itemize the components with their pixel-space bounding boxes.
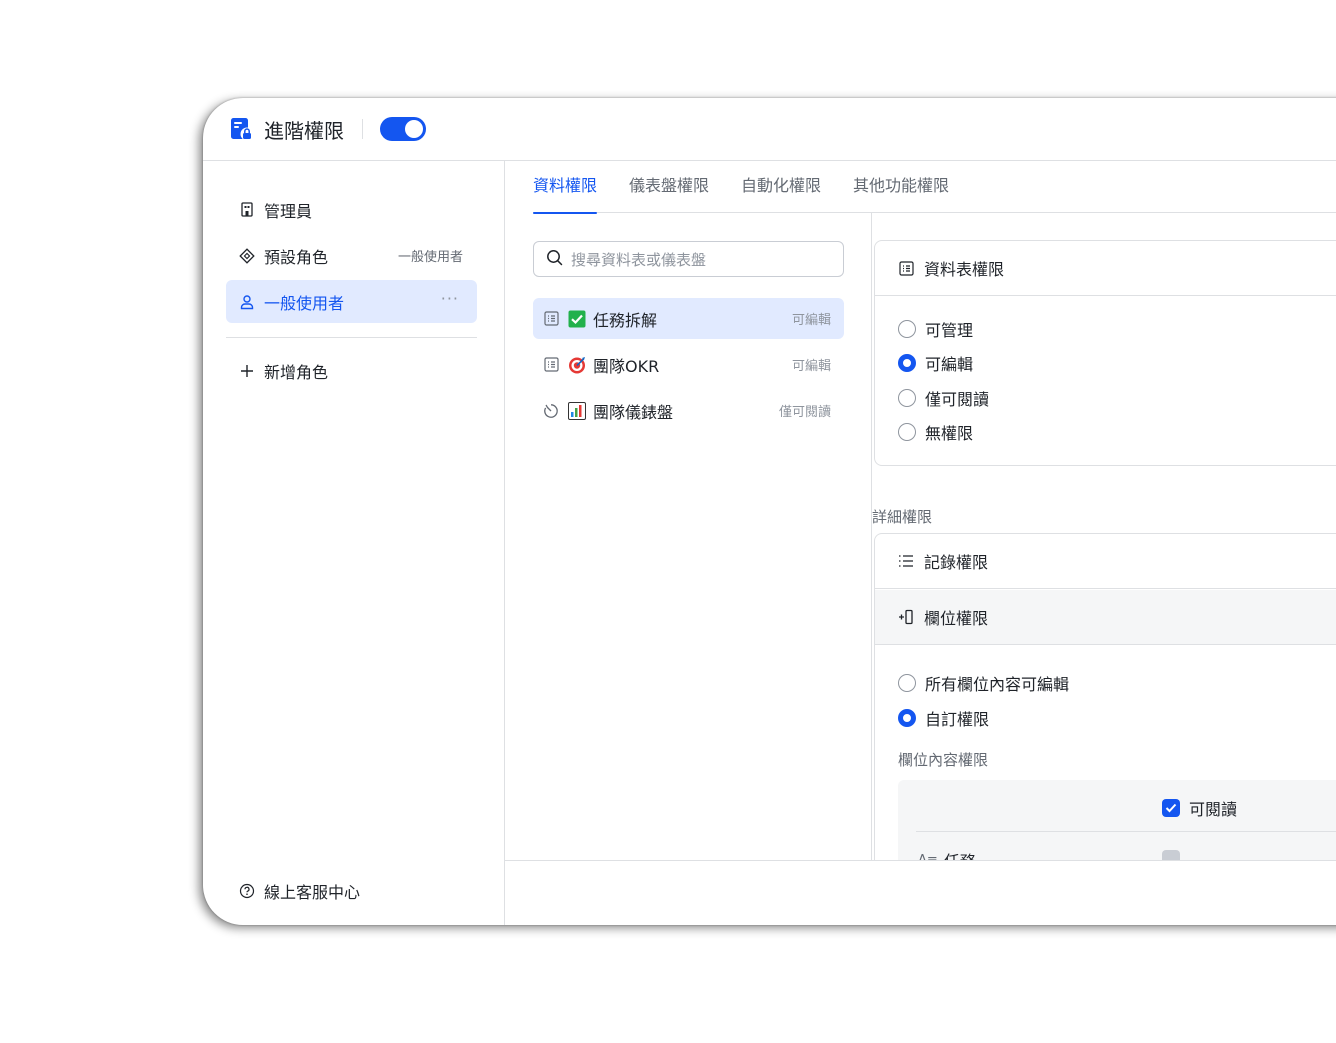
field-permission-row[interactable]: 欄位權限: [875, 590, 1336, 645]
record-permission-label: 記錄權限: [924, 553, 989, 572]
radio-no-permission[interactable]: 無權限: [898, 420, 973, 444]
sidebar-item-admin[interactable]: 管理員: [226, 188, 477, 231]
radio-button[interactable]: [898, 423, 916, 441]
more-options-icon[interactable]: ···: [441, 289, 459, 308]
field-content-permission-label: 欄位內容權限: [898, 751, 989, 769]
app-window: 進階權限 管理員 預設角色 一般使用者 一般使用者 ··· 新增角色 線上客服中…: [203, 98, 1336, 925]
radio-can-manage[interactable]: 可管理: [898, 317, 973, 341]
search-icon: [546, 249, 563, 270]
sidebar-item-label: 一般使用者: [264, 293, 345, 313]
sidebar-item-label: 預設角色: [264, 247, 329, 267]
list-item-permission: 可編輯: [791, 313, 831, 328]
add-role-button[interactable]: 新增角色: [226, 349, 477, 392]
help-center-label: 線上客服中心: [264, 882, 361, 902]
check-emoji: [568, 310, 586, 328]
radio-custom-permission[interactable]: 自訂權限: [898, 706, 989, 730]
list-item-task-breakdown[interactable]: 任務拆解 可編輯: [533, 298, 844, 339]
radio-button[interactable]: [898, 389, 916, 407]
sidebar: 管理員 預設角色 一般使用者 一般使用者 ··· 新增角色 線上客服中心: [203, 161, 505, 925]
readable-label: 可閱讀: [1189, 800, 1238, 819]
dashboard-icon: [543, 403, 559, 419]
field-name: 任務: [944, 848, 976, 860]
sidebar-item-general-user[interactable]: 一般使用者 ···: [226, 280, 477, 323]
sidebar-divider: [226, 337, 477, 338]
chart-emoji: [568, 401, 586, 420]
table-icon: [898, 260, 914, 276]
permission-tabs: 資料權限 儀表盤權限 自動化權限 其他功能權限: [533, 161, 1336, 214]
text-field-icon: A≡: [918, 852, 938, 861]
building-icon: [239, 202, 255, 218]
list-icon: [898, 553, 914, 569]
user-icon: [239, 294, 255, 310]
tab-automation-permission[interactable]: 自動化權限: [741, 161, 821, 213]
help-center-link[interactable]: 線上客服中心: [226, 869, 477, 912]
radio-button[interactable]: [898, 674, 916, 692]
list-item-name: 任務拆解: [593, 310, 658, 330]
radio-label: 自訂權限: [925, 710, 990, 729]
radio-label: 所有欄位內容可編輯: [925, 675, 1070, 694]
table-row: A≡ 任務: [918, 848, 976, 860]
radio-read-only[interactable]: 僅可閱讀: [898, 386, 989, 410]
add-role-label: 新增角色: [264, 362, 329, 382]
checkbox-disabled: [1162, 850, 1180, 860]
footer-bar: [505, 861, 1336, 925]
radio-can-edit[interactable]: 可編輯: [898, 351, 973, 375]
tab-data-permission[interactable]: 資料權限: [533, 161, 598, 214]
radio-label: 可編輯: [925, 355, 974, 374]
top-bar: 進階權限: [203, 98, 1336, 161]
field-icon: [898, 609, 914, 625]
table-icon: [543, 311, 559, 327]
diamond-icon: [239, 247, 255, 264]
detail-permission-card: 記錄權限 欄位權限 所有欄位內容可編輯 自訂權限 欄位內容權限 可閱讀 A≡: [874, 533, 1336, 860]
plus-icon: [239, 363, 255, 379]
advanced-permission-icon: [230, 116, 254, 142]
toggle-knob: [405, 120, 423, 138]
search-placeholder: 搜尋資料表或儀表盤: [571, 250, 707, 269]
radio-label: 無權限: [925, 424, 974, 443]
radio-button-selected[interactable]: [898, 709, 916, 727]
sidebar-item-label: 管理員: [264, 201, 313, 221]
search-input[interactable]: 搜尋資料表或儀表盤: [533, 241, 844, 277]
target-emoji: [568, 356, 586, 374]
table-permission-card: 資料表權限 可管理 可編輯 僅可閱讀 無權限: [874, 240, 1336, 466]
field-permission-label: 欄位權限: [924, 609, 989, 628]
advanced-permission-toggle[interactable]: [380, 117, 426, 141]
tab-other-permission[interactable]: 其他功能權限: [853, 161, 949, 213]
page-title: 進階權限: [264, 118, 344, 143]
record-permission-row[interactable]: 記錄權限: [875, 534, 1336, 589]
list-item-team-okr[interactable]: 團隊OKR 可編輯: [533, 344, 844, 385]
sidebar-item-default-role[interactable]: 預設角色 一般使用者: [226, 234, 477, 277]
table-icon: [543, 357, 559, 373]
tab-dashboard-permission[interactable]: 儀表盤權限: [629, 161, 709, 213]
radio-label: 僅可閱讀: [925, 390, 990, 409]
divider: [362, 119, 363, 139]
default-role-value: 一般使用者: [397, 250, 463, 265]
radio-button-selected[interactable]: [898, 354, 916, 372]
table-permission-header: 資料表權限: [875, 241, 1336, 296]
radio-button[interactable]: [898, 320, 916, 338]
list-item-permission: 僅可閱讀: [778, 405, 831, 420]
help-icon: [239, 883, 255, 899]
radio-all-fields-editable[interactable]: 所有欄位內容可編輯: [898, 671, 1069, 695]
list-item-permission: 可編輯: [791, 359, 831, 374]
table-divider: [916, 831, 1336, 832]
list-item-name: 團隊儀錶盤: [593, 402, 674, 422]
permission-detail-panel: 資料表權限 可管理 可編輯 僅可閱讀 無權限 詳細權限 記錄權限 欄位權限 所有…: [872, 213, 1336, 860]
radio-label: 可管理: [925, 321, 974, 340]
field-content-table: 可閱讀 A≡ 任務: [898, 780, 1336, 860]
main-panel: 資料權限 儀表盤權限 自動化權限 其他功能權限 搜尋資料表或儀表盤 任務拆解 可…: [505, 161, 1336, 925]
detail-permission-label: 詳細權限: [872, 508, 933, 526]
checkbox-checked[interactable]: [1162, 799, 1180, 817]
table-permission-title: 資料表權限: [924, 260, 1005, 279]
list-item-name: 團隊OKR: [593, 356, 660, 376]
list-item-team-dashboard[interactable]: 團隊儀錶盤 僅可閱讀: [533, 390, 844, 431]
readable-column-header[interactable]: 可閱讀: [1162, 796, 1237, 820]
